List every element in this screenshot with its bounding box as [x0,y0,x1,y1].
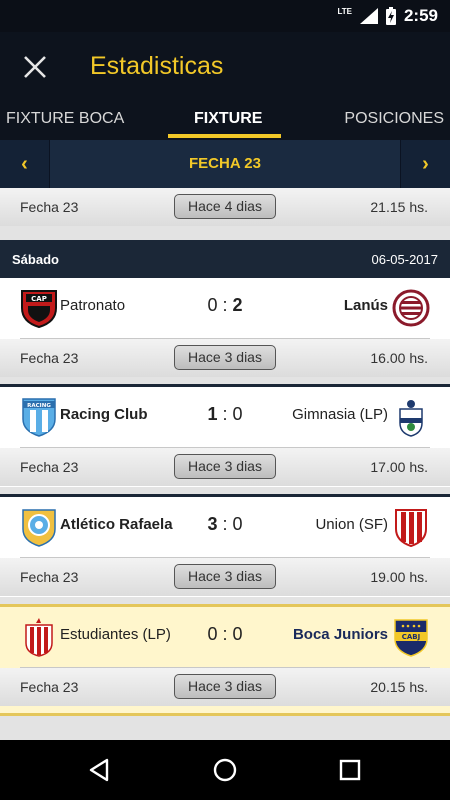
away-team-name: Gimnasia (LP) [292,406,388,423]
status-bar: LTE 2:59 [0,0,450,32]
divider [0,713,450,716]
clock: 2:59 [403,6,438,25]
time-ago-badge[interactable]: Hace 3 dias [174,454,276,479]
kickoff-time: 17.00 hs. [370,459,428,475]
lanus-crest-icon [392,289,430,327]
score: 0 : 2 [207,295,243,315]
away-team-name: Union (SF) [315,516,388,533]
match-info-bar: Fecha 23 Hace 3 dias 19.00 hs. [0,558,450,596]
crest-lettering: CABJ [402,633,421,641]
home-team-name: Atlético Rafaela [60,516,173,533]
home-team-name: Estudiantes (LP) [60,626,171,643]
kickoff-time: 19.00 hs. [370,569,428,585]
signal-icon [359,8,378,24]
match-card[interactable]: RACING Racing Club 1 : 0 Gimnasia (LP) F… [0,387,450,487]
time-ago-badge[interactable]: Hace 3 dias [174,674,276,699]
home-score: 1 [207,404,218,424]
next-round-button[interactable]: › [400,140,450,188]
active-tab-indicator [168,134,281,138]
round-navigator: ‹ FECHA 23 › [0,140,450,188]
home-icon[interactable] [210,755,240,785]
estudiantes-crest-icon [25,618,53,657]
away-score: 2 [232,295,243,315]
home-score: 0 [207,295,218,315]
away-score: 0 [232,514,243,534]
network-type: LTE [337,6,352,16]
match-info-bar: Fecha 23 Hace 3 dias 16.00 hs. [0,339,450,377]
score: 0 : 0 [207,624,243,644]
home-score: 3 [207,514,218,534]
away-score: 0 [232,404,243,424]
crest-lettering: CAP [31,295,47,303]
round-text: Fecha 23 [20,459,79,475]
union-crest-icon [395,509,427,547]
close-icon[interactable] [18,50,52,84]
day-date: 06-05-2017 [371,252,439,267]
round-text: Fecha 23 [20,569,79,585]
kickoff-time: 16.00 hs. [370,350,428,366]
rafaela-crest-icon [22,509,56,547]
home-team-name: Patronato [60,297,126,314]
gimnasia-crest-icon [399,400,423,437]
time-ago-badge[interactable]: Hace 3 dias [174,345,276,370]
match-card-highlighted[interactable]: Estudiantes (LP) 0 : 0 Boca Juniors CABJ… [0,607,450,713]
chevron-right-icon: › [422,152,429,175]
match-info-bar: Fecha 23 Hace 3 dias 20.15 hs. [0,668,450,706]
kickoff-time: 20.15 hs. [370,679,428,695]
tab-posiciones[interactable]: POSICIONES [344,110,444,128]
day-name: Sábado [12,252,59,267]
tab-fixture[interactable]: FIXTURE [194,110,262,128]
page-title: Estadisticas [90,52,224,80]
boca-crest-icon: CABJ [394,619,428,657]
match-info-bar: Fecha 23 Hace 4 dias 21.15 hs. [0,188,450,226]
away-team-name: Lanús [343,297,388,314]
away-team-name: Boca Juniors [292,626,388,643]
away-score: 0 [232,624,243,644]
crest-lettering: RACING [27,403,51,409]
recents-icon[interactable] [335,755,365,785]
system-nav-bar [0,740,450,800]
match-card[interactable]: Atlético Rafaela 3 : 0 Union (SF) Fecha … [0,497,450,597]
back-icon[interactable] [85,755,115,785]
racing-crest-icon: RACING [22,398,56,437]
round-text: Fecha 23 [20,199,79,215]
battery-charging-icon [385,7,396,25]
home-score: 0 [207,624,218,644]
prev-round-button[interactable]: ‹ [0,140,50,188]
round-text: Fecha 23 [20,350,79,366]
chevron-left-icon: ‹ [21,152,28,175]
tab-fixture-boca[interactable]: FIXTURE BOCA [6,110,124,128]
kickoff-time: 21.15 hs. [370,199,428,215]
fixture-list[interactable]: Fecha 23 Hace 4 dias 21.15 hs. Sábado 06… [0,188,450,740]
time-ago-badge[interactable]: Hace 3 dias [174,564,276,589]
home-team-name: Racing Club [60,406,148,423]
score: 1 : 0 [207,404,243,424]
app-bar: Estadisticas [0,32,450,100]
match-info-bar: Fecha 23 Hace 3 dias 17.00 hs. [0,448,450,486]
round-label: FECHA 23 [189,155,261,172]
time-ago-badge[interactable]: Hace 4 dias [174,194,276,219]
day-header: Sábado 06-05-2017 [0,240,450,278]
match-card[interactable]: CAP Patronato 0 : 2 Lanús Fecha 23 Hace … [0,278,450,377]
score: 3 : 0 [207,514,243,534]
patronato-crest-icon: CAP [21,290,57,328]
round-text: Fecha 23 [20,679,79,695]
